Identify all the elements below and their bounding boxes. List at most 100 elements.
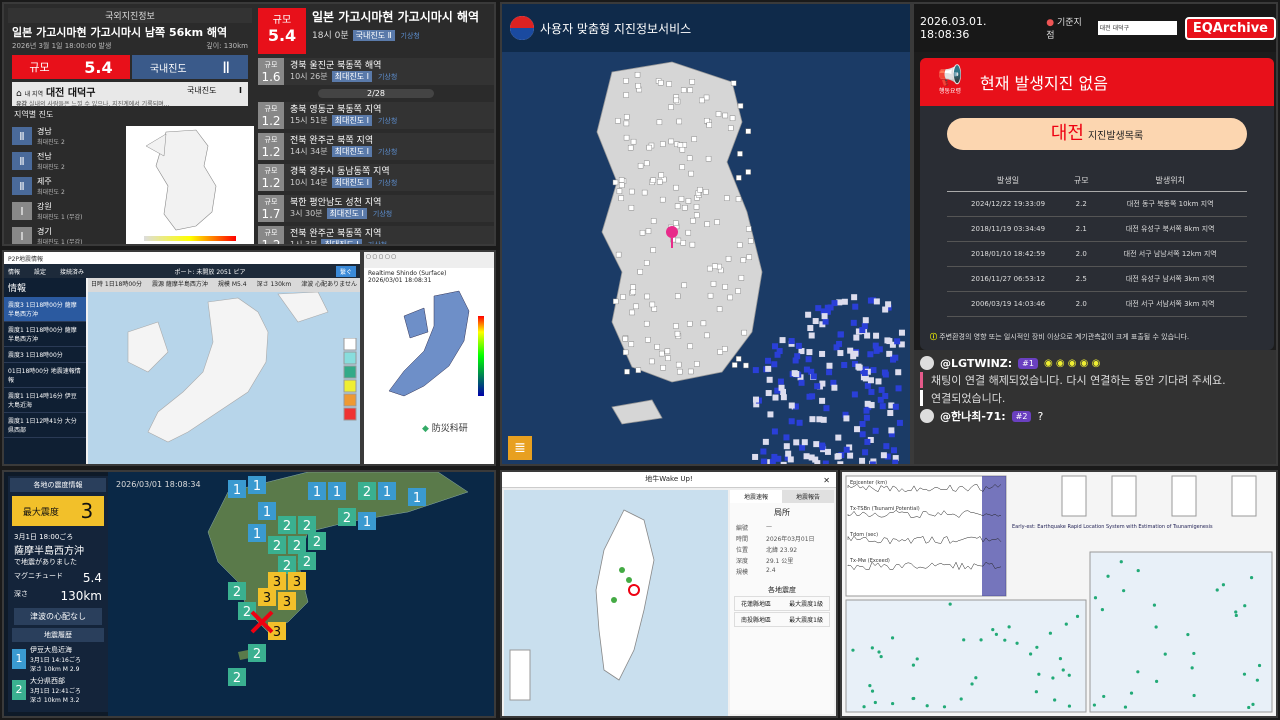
level-item[interactable]: 花蓮縣地區 最大震度1級 bbox=[734, 596, 830, 611]
taiwan-map[interactable] bbox=[504, 490, 728, 716]
list-item[interactable]: 규모 1.7 북한 평안남도 성천 지역 3시 30분 최대진도 Ⅰ 기상청 bbox=[258, 195, 494, 222]
list-item[interactable]: 震度1 1日18時00分 薩摩半島西方沖 bbox=[4, 322, 86, 347]
station-marker bbox=[822, 318, 829, 325]
svg-text:2: 2 bbox=[273, 539, 281, 554]
station-dot bbox=[991, 628, 995, 632]
station-marker bbox=[760, 458, 767, 464]
station-dot bbox=[1067, 704, 1072, 708]
table-row[interactable]: 2018/01/10 18:42:59 2.0 대전 서구 남남서쪽 12km 지역 bbox=[947, 241, 1247, 267]
station-marker bbox=[623, 120, 630, 127]
station-marker bbox=[745, 169, 751, 175]
station-marker bbox=[892, 459, 899, 464]
station-marker bbox=[635, 367, 642, 373]
intensity-marker: 2 bbox=[228, 668, 246, 686]
japan-intensity-map[interactable]: 111121112221122222332332322 bbox=[108, 472, 494, 716]
tab-report[interactable]: 地震速報 bbox=[730, 490, 782, 503]
nied-panel: ▢ ▢ ▢ ▢ ▢ Realtime Shindo (Surface) 2026/… bbox=[362, 250, 496, 466]
station-marker bbox=[715, 111, 722, 117]
station-marker bbox=[735, 288, 741, 294]
station-marker bbox=[649, 358, 655, 365]
station-marker bbox=[771, 361, 778, 368]
list-item[interactable]: 규모 1.2 경북 경주시 동남동쪽 지역 10시 14분 최대진도 Ⅰ 기상청 bbox=[258, 164, 494, 191]
station-marker bbox=[703, 94, 710, 101]
station-marker bbox=[837, 331, 844, 338]
list-item[interactable]: 규모 1.2 충북 영동군 북동쪽 지역 15시 51분 최대진도 Ⅰ 기상청 bbox=[258, 102, 494, 129]
intensity-marker: 2 bbox=[298, 552, 316, 570]
megaphone-icon[interactable]: 📢 행동요령 bbox=[932, 64, 968, 95]
station-dot bbox=[1249, 576, 1254, 580]
list-item[interactable]: 규모 1.6 경북 울진군 북동쪽 해역 10시 26분 최대진도 Ⅰ 기상청 bbox=[258, 58, 494, 85]
svg-text:1: 1 bbox=[313, 485, 321, 500]
p2p-menu-settings[interactable]: 設定 bbox=[34, 267, 46, 276]
station-marker bbox=[803, 453, 810, 460]
station-marker bbox=[628, 205, 635, 211]
station-dot bbox=[879, 654, 883, 659]
station-dot bbox=[1051, 676, 1055, 680]
station-marker bbox=[676, 118, 682, 125]
intensity-marker: 2 bbox=[228, 582, 246, 600]
list-item[interactable]: 규모 1.2 전북 완주군 북동쪽 지역 1시 3분 최대진도 Ⅰ 기상청 bbox=[258, 226, 494, 244]
p2p-connect-button[interactable]: 繋ぐ bbox=[335, 265, 356, 277]
intensity-marker: 2 bbox=[268, 536, 286, 554]
station-dot bbox=[1255, 678, 1259, 682]
close-icon[interactable]: ✕ bbox=[823, 474, 830, 488]
intensity-marker: 2 bbox=[338, 508, 356, 526]
notice-icon[interactable]: ≣ bbox=[508, 436, 532, 460]
list-item[interactable]: 규모 1.2 전북 완주군 북쪽 지역 14시 34분 최대진도 Ⅰ 기상청 bbox=[258, 133, 494, 160]
station-marker bbox=[704, 221, 710, 227]
list-item[interactable]: 震度1 1日14時16分 伊豆大島近海 bbox=[4, 388, 86, 413]
station-marker bbox=[685, 198, 692, 204]
station-marker bbox=[794, 353, 801, 360]
korea-map-title: 사용자 맞춤형 지진정보서비스 bbox=[540, 21, 692, 36]
history-item[interactable]: 1 伊豆大島近海 3月1日 14:16ごろ 深さ 10km M 2.9 bbox=[12, 645, 104, 673]
kma-latest[interactable]: 규모 5.4 일본 가고시마현 가고시마시 해역 18시 0분 국내진도 Ⅱ 기상청 bbox=[258, 8, 494, 54]
level-item[interactable]: 南投縣地區 最大震度1級 bbox=[734, 612, 830, 627]
history-item[interactable]: 2 大分県西部 3月1日 12:41ごろ 深さ 10km M 3.2 bbox=[12, 676, 104, 704]
station-dot bbox=[979, 638, 983, 642]
avatar bbox=[920, 356, 934, 370]
station-marker bbox=[864, 400, 871, 407]
station-marker bbox=[875, 378, 882, 385]
table-row[interactable]: 2024/12/22 19:33:09 2.2 대전 동구 북동쪽 10km 지역 bbox=[947, 191, 1247, 217]
location-select[interactable]: 대전 대덕구 bbox=[1097, 21, 1177, 35]
list-item[interactable]: 震度1 1日12時41分 大分県西部 bbox=[4, 413, 86, 438]
max-intensity: 最大震度 3 bbox=[12, 496, 104, 526]
seismo-label-1: Tx-TSBn (Tsunami Potential) bbox=[849, 506, 920, 512]
list-item[interactable]: 震度3 1日18時00分 薩摩半島西方沖 bbox=[4, 297, 86, 322]
table-row[interactable]: 2006/03/19 14:03:46 2.0 대전 서구 서남서쪽 3km 지역 bbox=[947, 291, 1247, 317]
kma-earthquake-panel: 국외지진정보 일본 가고시마현 가고시마시 남쪽 56km 해역 2026년 3… bbox=[2, 2, 496, 246]
station-marker bbox=[822, 460, 829, 464]
station-dot bbox=[1028, 652, 1033, 656]
p2p-menu-info[interactable]: 情報 bbox=[8, 267, 20, 276]
station-dot bbox=[1064, 622, 1068, 626]
p2p-menu-status: 接続済み bbox=[60, 268, 85, 276]
korea-station-map[interactable] bbox=[502, 52, 910, 464]
tab-bulletin[interactable]: 地震報告 bbox=[782, 490, 834, 503]
station-marker bbox=[788, 418, 795, 425]
station-dot bbox=[1053, 698, 1057, 702]
station-marker bbox=[738, 275, 745, 281]
station-dot bbox=[1122, 589, 1126, 593]
station-marker bbox=[629, 309, 635, 316]
station-marker bbox=[788, 402, 795, 409]
station-marker bbox=[890, 447, 897, 454]
list-item[interactable]: 震度3 1日18時00分 bbox=[4, 347, 86, 363]
station-marker bbox=[864, 332, 871, 339]
table-row[interactable]: 2018/11/19 03:34:49 2.1 대전 유성구 북서쪽 8km 지역 bbox=[947, 216, 1247, 242]
alert-text: 현재 발생지진 없음 bbox=[980, 74, 1108, 93]
station-marker bbox=[836, 340, 843, 347]
svg-text:2: 2 bbox=[293, 539, 301, 554]
station-dot bbox=[1102, 694, 1106, 699]
station-dot bbox=[994, 632, 998, 636]
p2p-map[interactable]: 日時 1日18時00分 震源 薩摩半島西方沖 規模 M5.4 深さ 130km 津波 心… bbox=[88, 278, 360, 464]
station-marker bbox=[843, 415, 850, 422]
station-marker bbox=[885, 301, 892, 308]
station-marker bbox=[658, 80, 664, 86]
station-marker bbox=[623, 92, 629, 98]
station-marker bbox=[772, 343, 779, 350]
table-row[interactable]: 2016/11/27 06:53:12 2.5 대전 유성구 남서쪽 3km 지역 bbox=[947, 266, 1247, 292]
p2p-panel: P2P地震情報 情報 設定 接続済み ポート: 未開放 2051 ピア 繋ぐ 情… bbox=[2, 250, 362, 466]
station-marker bbox=[665, 355, 671, 361]
list-item[interactable]: 01日18時00分 地震速報情報 bbox=[4, 363, 86, 388]
svg-text:1: 1 bbox=[333, 485, 341, 500]
